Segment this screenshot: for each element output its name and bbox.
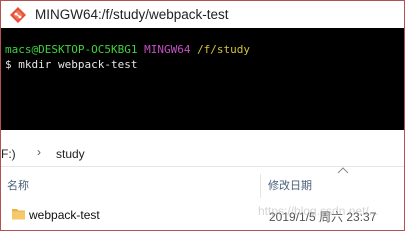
- breadcrumb-drive[interactable]: F:): [1, 147, 16, 161]
- prompt-user: macs@DESKTOP-OC5KBG1: [5, 43, 138, 56]
- terminal-titlebar[interactable]: MINGW64:/f/study/webpack-test: [1, 1, 404, 28]
- column-header-date[interactable]: 修改日期: [268, 177, 312, 193]
- column-divider[interactable]: [260, 174, 261, 198]
- watermark-text: https://blog.csdn.net/...: [258, 204, 379, 218]
- terminal-body[interactable]: macs@DESKTOP-OC5KBG1 MINGW64 /f/study $ …: [1, 28, 404, 130]
- prompt-path: /f/study: [197, 43, 251, 56]
- terminal-title: MINGW64:/f/study/webpack-test: [35, 7, 229, 22]
- git-bash-icon: [10, 6, 26, 23]
- prompt-system: MINGW64: [144, 43, 191, 56]
- folder-icon: [12, 209, 25, 220]
- command-line: $ mkdir webpack-test: [5, 58, 138, 71]
- address-bar[interactable]: F:) › study: [1, 142, 404, 167]
- column-header-row: 名称 修改日期: [1, 167, 404, 198]
- column-header-name[interactable]: 名称: [7, 177, 29, 193]
- prompt-line: macs@DESKTOP-OC5KBG1 MINGW64 /f/study: [5, 42, 250, 57]
- file-name[interactable]: webpack-test: [29, 208, 100, 222]
- sort-chevron-up-icon: [337, 167, 349, 174]
- breadcrumb-folder[interactable]: study: [56, 147, 85, 161]
- chevron-right-icon[interactable]: ›: [37, 145, 41, 159]
